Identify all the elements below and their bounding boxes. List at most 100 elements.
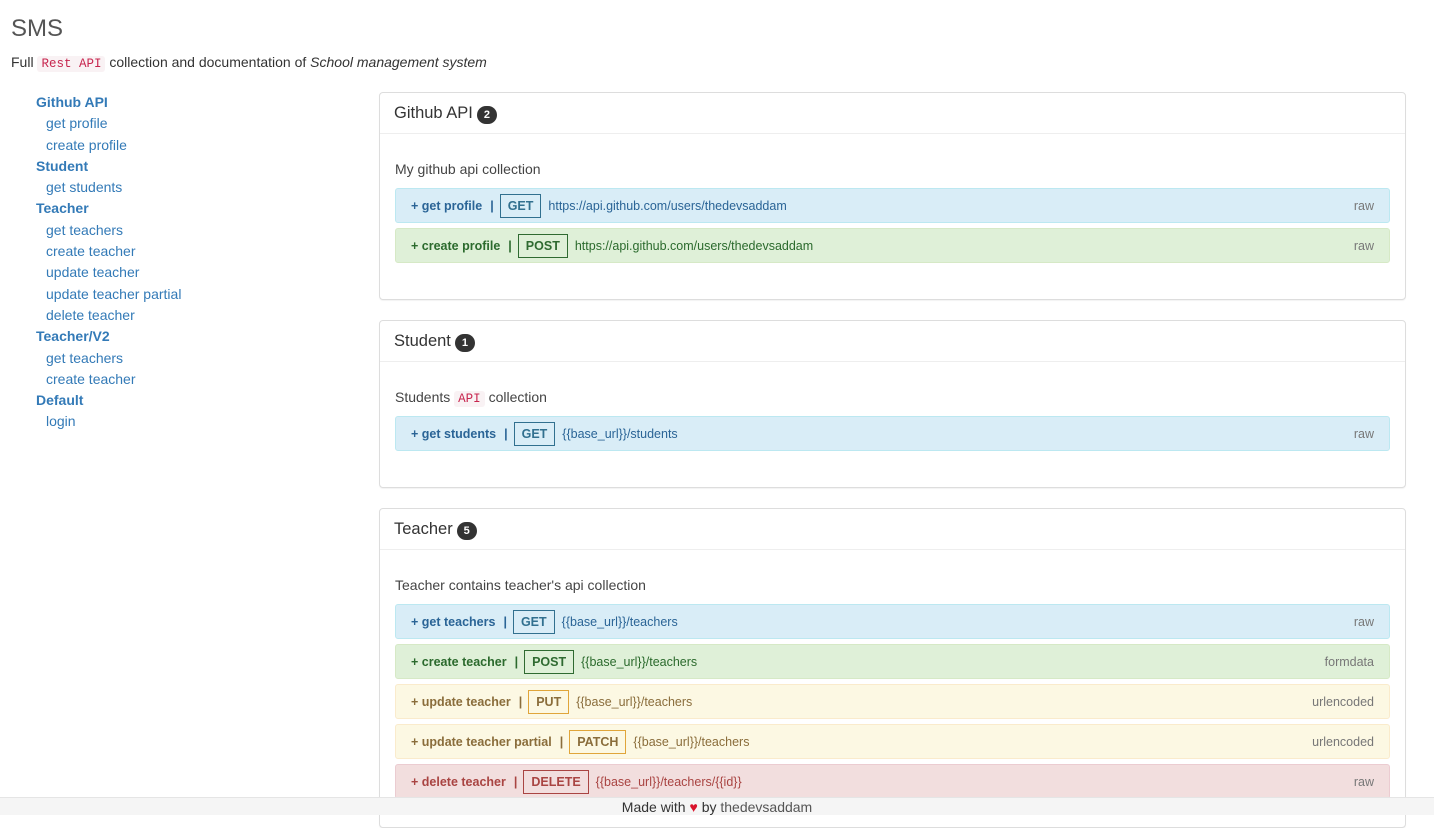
request-url: {{base_url}}/teachers: [561, 614, 678, 629]
nav-item-login[interactable]: login: [36, 411, 356, 432]
request-name[interactable]: + update teacher partial: [411, 735, 552, 749]
body-mode: raw: [1353, 774, 1374, 789]
nav-group-teacher-v2: Teacher/V2 get teachers create teacher: [36, 326, 356, 390]
footer: Made with ♥ by thedevsaddam: [0, 797, 1434, 815]
request-name[interactable]: + get teachers: [411, 615, 495, 629]
nav-item-create-profile[interactable]: create profile: [36, 135, 356, 156]
request-url: https://api.github.com/users/thedevsadda…: [548, 198, 787, 213]
footer-by: by: [701, 799, 717, 815]
body-mode: raw: [1353, 198, 1374, 213]
method-badge: PATCH: [569, 729, 627, 754]
request-url: {{base_url}}/teachers: [581, 654, 698, 669]
page-description: Full Rest API collection and documentati…: [11, 52, 487, 74]
panel-description: My github api collection: [395, 161, 541, 177]
separator: |: [503, 614, 507, 629]
body-mode: urlencoded: [1312, 694, 1374, 709]
nav-group-title[interactable]: Github API: [36, 92, 356, 113]
panel-title: Github API: [394, 103, 473, 122]
nav-group-title[interactable]: Student: [36, 156, 356, 177]
footer-prefix: Made with: [621, 799, 686, 815]
panel-title: Teacher: [394, 519, 453, 538]
request-delete-teacher[interactable]: + delete teacher | DELETE {{base_url}}/t…: [395, 764, 1390, 799]
nav-item-update-teacher[interactable]: update teacher: [36, 262, 356, 283]
request-name[interactable]: + update teacher: [411, 695, 511, 709]
panel-heading: Student 1: [380, 321, 1405, 362]
request-name[interactable]: + get students: [411, 427, 496, 441]
method-badge: POST: [524, 649, 575, 674]
method-badge: GET: [499, 193, 542, 218]
panel-body: Students API collection + get students |…: [380, 384, 1405, 451]
request-name[interactable]: + get profile: [411, 199, 482, 213]
panel-heading: Teacher 5: [380, 509, 1405, 550]
heart-icon: ♥: [689, 799, 698, 815]
nav-group-title[interactable]: Teacher/V2: [36, 326, 356, 347]
separator: |: [513, 774, 518, 789]
nav-item-get-teachers-v2[interactable]: get teachers: [36, 348, 356, 369]
nav-item-delete-teacher[interactable]: delete teacher: [36, 305, 356, 326]
count-badge: 1: [454, 333, 475, 352]
method-badge: DELETE: [523, 769, 589, 794]
nav-item-get-students[interactable]: get students: [36, 177, 356, 198]
separator: |: [504, 426, 508, 441]
panel-teacher: Teacher 5 Teacher contains teacher's api…: [379, 508, 1406, 828]
count-badge: 2: [476, 105, 497, 124]
request-url: {{base_url}}/teachers/{{id}}: [595, 774, 742, 789]
panel-student: Student 1 Students API collection + get …: [379, 320, 1406, 488]
request-url: {{base_url}}/teachers: [633, 734, 750, 749]
request-name[interactable]: + create teacher: [411, 655, 507, 669]
request-get-students[interactable]: + get students | GET {{base_url}}/studen…: [395, 416, 1390, 451]
separator: |: [490, 198, 494, 213]
desc-emphasis: School management system: [310, 54, 487, 70]
request-name[interactable]: + create profile: [411, 239, 500, 253]
author-link[interactable]: thedevsaddam: [720, 799, 812, 815]
panel-title: Student: [394, 331, 451, 350]
request-get-teachers[interactable]: + get teachers | GET {{base_url}}/teache…: [395, 604, 1390, 639]
panel-description: Students API collection: [395, 389, 547, 407]
body-mode: raw: [1353, 614, 1374, 629]
nav-item-get-profile[interactable]: get profile: [36, 113, 356, 134]
method-badge: GET: [513, 421, 556, 446]
request-url: {{base_url}}/teachers: [576, 694, 693, 709]
separator: |: [518, 694, 523, 709]
separator: |: [514, 654, 519, 669]
nav-item-create-teacher[interactable]: create teacher: [36, 241, 356, 262]
request-url: https://api.github.com/users/thedevsadda…: [574, 238, 814, 253]
body-mode: urlencoded: [1312, 734, 1374, 749]
count-badge: 5: [456, 521, 477, 540]
page-title: SMS: [11, 15, 64, 42]
nav-group-title[interactable]: Default: [36, 390, 356, 411]
desc-prefix: Full: [11, 54, 34, 70]
nav-item-create-teacher-v2[interactable]: create teacher: [36, 369, 356, 390]
request-get-profile[interactable]: + get profile | GET https://api.github.c…: [395, 188, 1390, 223]
separator: |: [508, 238, 512, 253]
request-update-teacher-partial[interactable]: + update teacher partial | PATCH {{base_…: [395, 724, 1390, 759]
nav-group-teacher: Teacher get teachers create teacher upda…: [36, 198, 356, 326]
panel-description: Teacher contains teacher's api collectio…: [395, 577, 646, 593]
desc-middle: collection and documentation of: [109, 54, 307, 70]
request-url: {{base_url}}/students: [562, 426, 678, 441]
nav-group-title[interactable]: Teacher: [36, 198, 356, 219]
method-badge: PUT: [528, 689, 570, 714]
panel-body: My github api collection + get profile |…: [380, 156, 1405, 263]
separator: |: [559, 734, 564, 749]
nav-item-update-teacher-partial[interactable]: update teacher partial: [36, 284, 356, 305]
body-mode: raw: [1353, 238, 1374, 253]
body-mode: raw: [1353, 426, 1374, 441]
request-update-teacher[interactable]: + update teacher | PUT {{base_url}}/teac…: [395, 684, 1390, 719]
nav-group-default: Default login: [36, 390, 356, 433]
request-create-profile[interactable]: + create profile | POST https://api.gith…: [395, 228, 1390, 263]
nav-group-student: Student get students: [36, 156, 356, 199]
body-mode: formdata: [1324, 654, 1374, 669]
desc-code: Rest API: [37, 56, 106, 72]
method-badge: POST: [517, 233, 568, 258]
request-create-teacher[interactable]: + create teacher | POST {{base_url}}/tea…: [395, 644, 1390, 679]
nav-group-github-api: Github API get profile create profile: [36, 92, 356, 156]
desc-code: API: [454, 391, 485, 407]
method-badge: GET: [512, 609, 555, 634]
panel-github-api: Github API 2 My github api collection + …: [379, 92, 1406, 300]
panel-body: Teacher contains teacher's api collectio…: [380, 572, 1405, 799]
nav-item-get-teachers[interactable]: get teachers: [36, 220, 356, 241]
panel-heading: Github API 2: [380, 93, 1405, 134]
sidebar-nav: Github API get profile create profile St…: [36, 92, 356, 433]
request-name[interactable]: + delete teacher: [411, 775, 506, 789]
